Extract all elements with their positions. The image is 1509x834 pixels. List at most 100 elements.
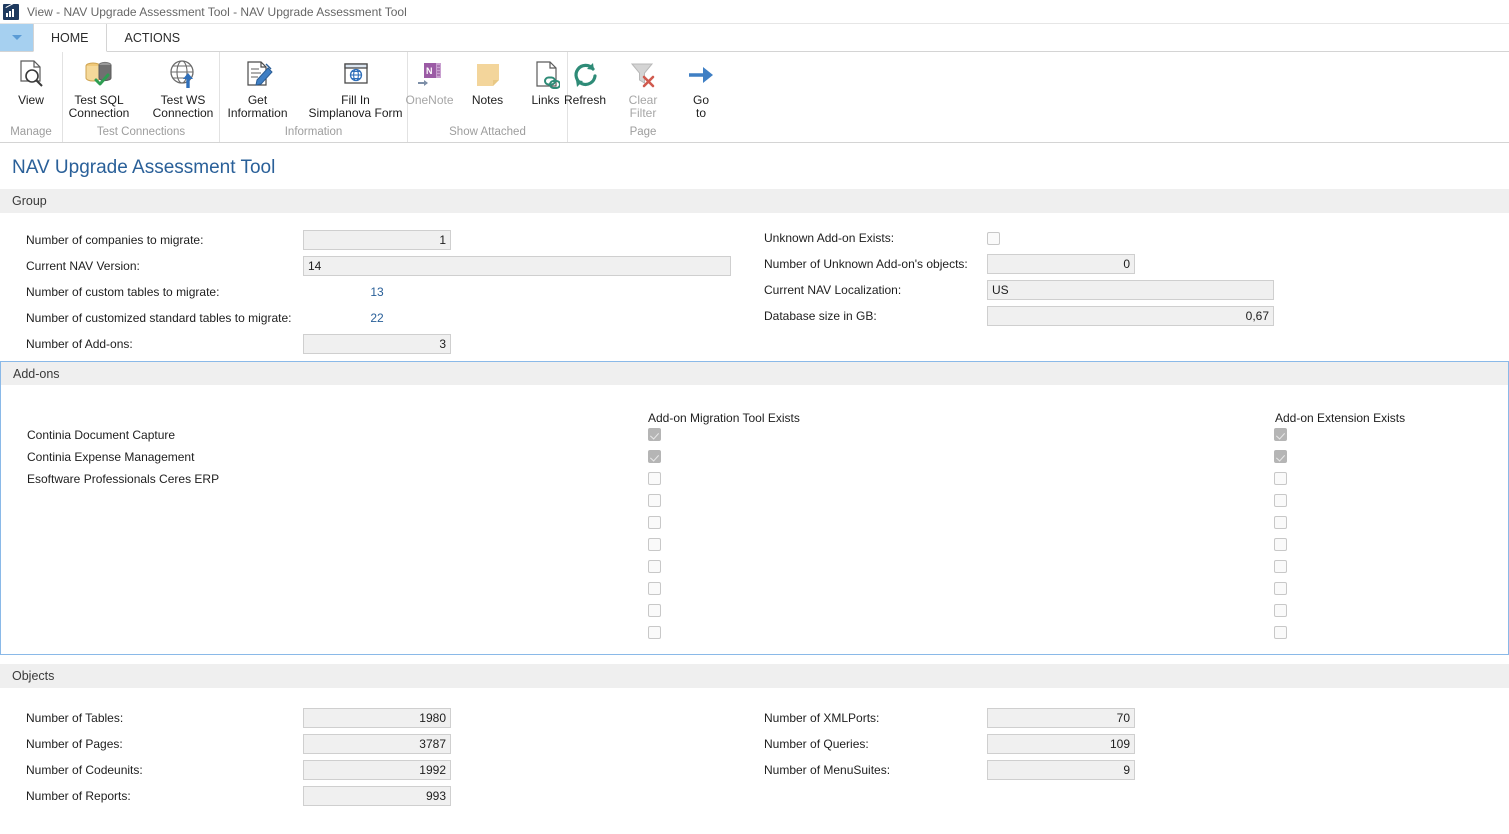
- ribbon-group-show-attached-label: Show Attached: [449, 126, 526, 138]
- addon-extension-checkbox[interactable]: [1274, 494, 1287, 507]
- page-title: NAV Upgrade Assessment Tool: [12, 157, 276, 178]
- web-form-icon: [340, 58, 372, 92]
- fill-in-simplanova-form-label: Fill In Simplanova Form: [308, 93, 403, 120]
- go-to-button[interactable]: Go to: [672, 56, 730, 122]
- group-right-column: Unknown Add-on Exists: Number of Unknown…: [764, 227, 1484, 331]
- group-left-column: Number of companies to migrate: 1 Curren…: [26, 229, 746, 359]
- addons-column-header-migration-tool: Add-on Migration Tool Exists: [648, 411, 800, 425]
- field-label: Number of Add-ons:: [26, 337, 133, 351]
- addon-migration-tool-checkbox[interactable]: [648, 582, 661, 595]
- addon-migration-tool-checkbox[interactable]: [648, 450, 661, 463]
- group-section-header[interactable]: Group: [0, 189, 1509, 213]
- addon-extension-checkbox[interactable]: [1274, 472, 1287, 485]
- ribbon-group-manage: View Manage: [0, 52, 63, 142]
- window-title-bar: View - NAV Upgrade Assessment Tool - NAV…: [0, 0, 1509, 24]
- svg-text:N: N: [426, 66, 433, 76]
- field-database-size-in-gb: Database size in GB: 0,67: [764, 305, 1484, 327]
- test-ws-connection-button[interactable]: Test WS Connection: [141, 56, 225, 122]
- tab-home[interactable]: HOME: [33, 24, 107, 52]
- ribbon-group-test-connections-label: Test Connections: [96, 126, 186, 138]
- addons-panel: Add-on Migration Tool Exists Add-on Exte…: [0, 385, 1509, 655]
- field-label: Number of Pages:: [26, 737, 123, 751]
- ribbon-group-information: Get Information Fill In Simplanova Form: [220, 52, 408, 142]
- field-number-of-codeunits: Number of Codeunits: 1992: [26, 759, 746, 781]
- field-number-of-xmlports: Number of XMLPorts: 70: [764, 707, 1484, 729]
- unknown-addon-exists-checkbox[interactable]: [987, 231, 1000, 245]
- addon-extension-checkbox[interactable]: [1274, 604, 1287, 617]
- refresh-icon: [571, 58, 599, 92]
- ribbon-group-manage-label: Manage: [10, 126, 52, 138]
- number-of-customized-standard-tables-link[interactable]: 22: [370, 311, 383, 325]
- addon-migration-tool-checkbox[interactable]: [648, 626, 661, 639]
- addon-name: Continia Expense Management: [27, 450, 195, 464]
- addon-extension-checkbox[interactable]: [1274, 516, 1287, 529]
- arrow-right-icon: [687, 58, 715, 92]
- tab-actions[interactable]: ACTIONS: [107, 24, 199, 51]
- number-of-menusuites-input[interactable]: 9: [987, 760, 1135, 780]
- addon-migration-tool-checkbox[interactable]: [648, 472, 661, 485]
- get-information-button[interactable]: Get Information: [216, 56, 300, 122]
- get-information-label: Get Information: [227, 93, 288, 120]
- clear-filter-icon: [629, 58, 657, 92]
- field-label: Number of Reports:: [26, 789, 131, 803]
- addon-migration-tool-checkbox[interactable]: [648, 560, 661, 573]
- addon-extension-checkbox[interactable]: [1274, 560, 1287, 573]
- number-of-codeunits-input[interactable]: 1992: [303, 760, 451, 780]
- application-menu-button[interactable]: [0, 24, 33, 51]
- number-of-tables-input[interactable]: 1980: [303, 708, 451, 728]
- addons-section-header[interactable]: Add-ons: [0, 361, 1509, 385]
- group-section-fields: Number of companies to migrate: 1 Curren…: [0, 213, 1509, 361]
- addon-extension-checkbox[interactable]: [1274, 450, 1287, 463]
- onenote-label: OneNote: [405, 93, 454, 107]
- addons-column-header-extension: Add-on Extension Exists: [1275, 411, 1406, 425]
- clear-filter-label: Clear Filter: [628, 93, 658, 120]
- number-of-custom-tables-link[interactable]: 13: [370, 285, 383, 299]
- field-number-of-pages: Number of Pages: 3787: [26, 733, 746, 755]
- view-button[interactable]: View: [2, 56, 60, 109]
- database-size-input[interactable]: 0,67: [987, 306, 1274, 326]
- ribbon-tab-strip: HOME ACTIONS: [0, 24, 1509, 52]
- number-of-addons-input[interactable]: 3: [303, 334, 451, 354]
- addon-extension-checkbox[interactable]: [1274, 626, 1287, 639]
- onenote-button[interactable]: N OneNote: [401, 56, 459, 109]
- field-label: Number of Tables:: [26, 711, 124, 725]
- current-nav-version-input[interactable]: 14: [303, 256, 731, 276]
- field-number-of-companies-to-migrate: Number of companies to migrate: 1: [26, 229, 746, 251]
- current-nav-localization-input[interactable]: US: [987, 280, 1274, 300]
- refresh-button[interactable]: Refresh: [556, 56, 614, 109]
- field-number-of-tables: Number of Tables: 1980: [26, 707, 746, 729]
- number-of-reports-input[interactable]: 993: [303, 786, 451, 806]
- field-label: Number of Queries:: [764, 737, 869, 751]
- field-number-of-custom-tables-to-migrate: Number of custom tables to migrate: 13: [26, 281, 746, 303]
- addon-migration-tool-checkbox[interactable]: [648, 494, 661, 507]
- addon-extension-checkbox[interactable]: [1274, 428, 1287, 441]
- test-sql-connection-button[interactable]: Test SQL Connection: [57, 56, 141, 122]
- addon-migration-tool-checkbox[interactable]: [648, 428, 661, 441]
- test-ws-connection-label: Test WS Connection: [152, 93, 214, 120]
- database-check-icon: [82, 58, 116, 92]
- addon-migration-tool-checkbox[interactable]: [648, 538, 661, 551]
- objects-section-fields: Number of Tables: 1980 Number of Pages: …: [0, 688, 1509, 808]
- number-of-companies-input[interactable]: 1: [303, 230, 451, 250]
- addon-migration-tool-checkbox[interactable]: [648, 604, 661, 617]
- chart-app-icon: [3, 3, 19, 20]
- addon-extension-checkbox[interactable]: [1274, 582, 1287, 595]
- number-of-unknown-addon-objects-input[interactable]: 0: [987, 254, 1135, 274]
- field-label: Number of custom tables to migrate:: [26, 285, 220, 299]
- field-label: Number of Unknown Add-on's objects:: [764, 257, 968, 271]
- fill-in-simplanova-form-button[interactable]: Fill In Simplanova Form: [300, 56, 412, 122]
- field-label: Number of XMLPorts:: [764, 711, 880, 725]
- clear-filter-button[interactable]: Clear Filter: [614, 56, 672, 122]
- number-of-xmlports-input[interactable]: 70: [987, 708, 1135, 728]
- notes-button[interactable]: Notes: [459, 56, 517, 109]
- objects-section-header[interactable]: Objects: [0, 664, 1509, 688]
- ribbon-group-page: Refresh Clear Filter Go to Page: [564, 52, 718, 142]
- addon-extension-checkbox[interactable]: [1274, 538, 1287, 551]
- field-number-of-customized-standard-tables-to-migrate: Number of customized standard tables to …: [26, 307, 746, 329]
- number-of-queries-input[interactable]: 109: [987, 734, 1135, 754]
- addon-migration-tool-checkbox[interactable]: [648, 516, 661, 529]
- field-label: Current NAV Version:: [26, 259, 140, 273]
- field-label: Number of companies to migrate:: [26, 233, 204, 247]
- number-of-pages-input[interactable]: 3787: [303, 734, 451, 754]
- addon-name: Continia Document Capture: [27, 428, 176, 442]
